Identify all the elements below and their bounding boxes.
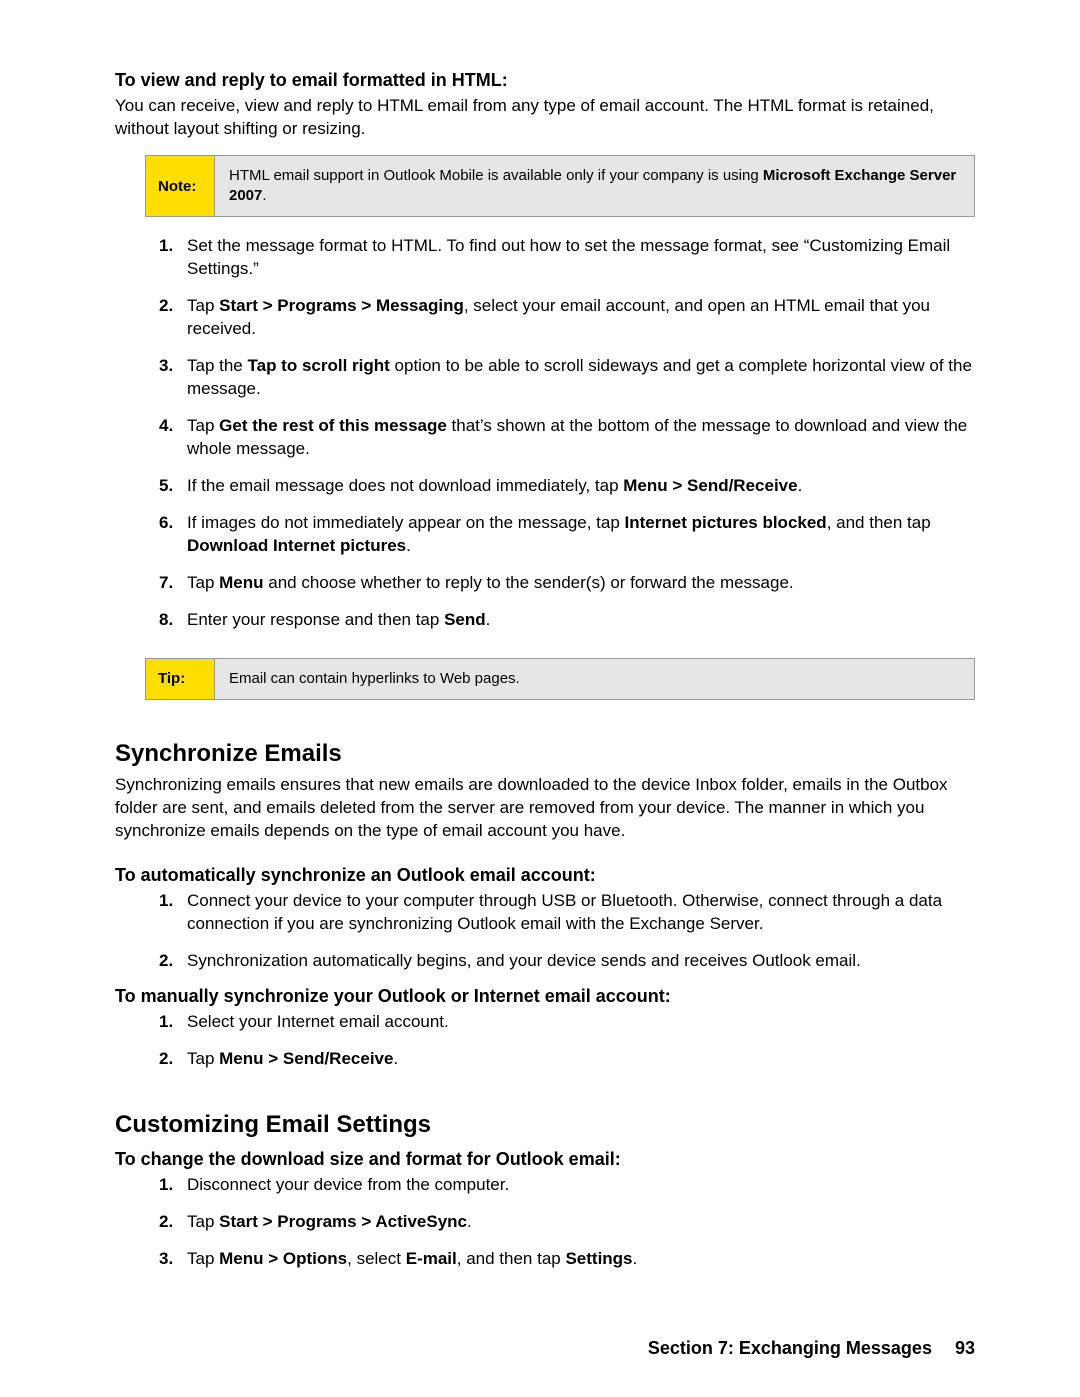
list-item: Enter your response and then tap Send.	[165, 609, 975, 632]
list-item: Tap the Tap to scroll right option to be…	[165, 355, 975, 401]
list-item: Tap Menu > Send/Receive.	[165, 1048, 975, 1071]
tip-label: Tip:	[146, 659, 215, 699]
list-item: If images do not immediately appear on t…	[165, 512, 975, 558]
tip-body: Email can contain hyperlinks to Web page…	[215, 659, 974, 699]
list-item: Synchronization automatically begins, an…	[165, 950, 975, 973]
subheading-change-download-size: To change the download size and format f…	[115, 1149, 975, 1170]
document-page: To view and reply to email formatted in …	[0, 0, 1080, 1397]
list-item: Select your Internet email account.	[165, 1011, 975, 1034]
steps-list: Set the message format to HTML. To find …	[115, 235, 975, 631]
tip-callout: Tip: Email can contain hyperlinks to Web…	[145, 658, 975, 700]
steps-list: Select your Internet email account. Tap M…	[115, 1011, 975, 1071]
note-callout: Note: HTML email support in Outlook Mobi…	[145, 155, 975, 218]
list-item: If the email message does not download i…	[165, 475, 975, 498]
footer-section: Section 7: Exchanging Messages	[648, 1338, 932, 1358]
section-heading-customizing-email-settings: Customizing Email Settings	[115, 1111, 975, 1139]
list-item: Connect your device to your computer thr…	[165, 890, 975, 936]
note-label: Note:	[146, 156, 215, 217]
steps-list: Connect your device to your computer thr…	[115, 890, 975, 973]
list-item: Tap Menu > Options, select E-mail, and t…	[165, 1248, 975, 1271]
paragraph: Synchronizing emails ensures that new em…	[115, 774, 975, 843]
paragraph: You can receive, view and reply to HTML …	[115, 95, 975, 141]
subheading-view-reply-html: To view and reply to email formatted in …	[115, 70, 975, 91]
subheading-auto-sync-outlook: To automatically synchronize an Outlook …	[115, 865, 975, 886]
steps-list: Disconnect your device from the computer…	[115, 1174, 975, 1271]
note-body: HTML email support in Outlook Mobile is …	[215, 156, 974, 217]
list-item: Tap Start > Programs > Messaging, select…	[165, 295, 975, 341]
list-item: Tap Start > Programs > ActiveSync.	[165, 1211, 975, 1234]
list-item: Disconnect your device from the computer…	[165, 1174, 975, 1197]
subheading-manual-sync: To manually synchronize your Outlook or …	[115, 986, 975, 1007]
section-heading-synchronize-emails: Synchronize Emails	[115, 740, 975, 768]
list-item: Tap Get the rest of this message that’s …	[165, 415, 975, 461]
list-item: Tap Menu and choose whether to reply to …	[165, 572, 975, 595]
list-item: Set the message format to HTML. To find …	[165, 235, 975, 281]
footer-page-number: 93	[955, 1338, 975, 1358]
page-footer: Section 7: Exchanging Messages 93	[648, 1338, 975, 1359]
